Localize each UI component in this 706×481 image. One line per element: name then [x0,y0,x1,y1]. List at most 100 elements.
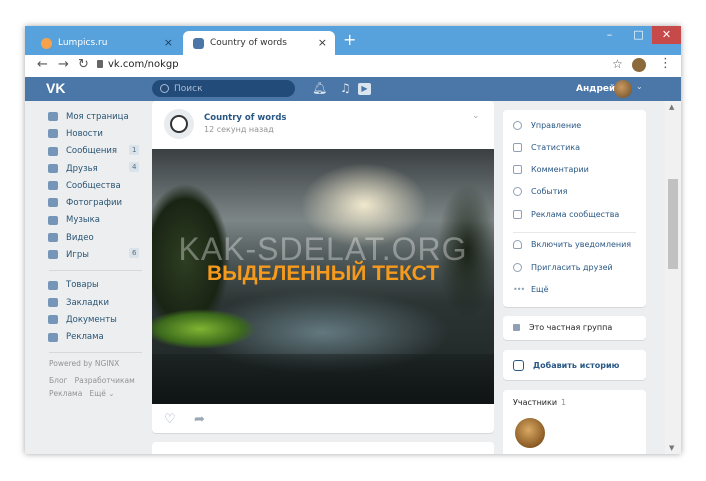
sidebar-item-music[interactable]: Музыка [25,212,150,229]
highlighted-text: ВЫДЕЛЕННЫЙ ТЕКСТ [206,262,440,285]
post-card: Country of words 12 секунд назад ⌄ KAK-S… [152,101,494,433]
community-avatar[interactable] [164,109,194,139]
search-input[interactable]: Поиск [152,80,295,97]
browser-window: Lumpics.ru × Country of words × + – □ ✕ … [25,26,681,454]
footer-ads-link[interactable]: Реклама [49,389,82,398]
chevron-down-icon[interactable]: ⌄ [472,111,480,121]
forward-arrow-icon[interactable]: → [58,57,69,72]
chat-bubble-icon [48,146,58,156]
add-person-icon [513,263,522,272]
dots-icon: ••• [513,285,525,294]
sidebar-item-goods[interactable]: Товары [25,277,150,294]
sidebar-item-video[interactable]: Видео [25,229,150,246]
search-placeholder: Поиск [174,83,203,94]
extension-avatar-icon[interactable] [632,58,646,72]
vk-logo[interactable]: VK [46,80,65,96]
url-field[interactable]: vk.com/nokgp [108,59,179,70]
minimize-button[interactable]: – [595,26,624,44]
tab-close-icon[interactable]: × [164,36,173,49]
camera-icon [48,198,58,208]
lock-icon [97,60,103,68]
user-name[interactable]: Андрей [576,84,615,94]
menu-item-notifications[interactable]: Включить уведомления [513,240,631,249]
post-image[interactable]: KAK-SDELAT.ORG ВЫДЕЛЕННЫЙ ТЕКСТ [152,149,494,404]
play-icon[interactable]: ▶ [358,83,371,95]
scrollbar-thumb[interactable] [668,179,678,269]
sidebar-item-messages[interactable]: Сообщения 1 [25,143,150,160]
sidebar-item-bookmarks[interactable]: Закладки [25,294,150,311]
camera-icon [513,360,524,371]
heart-icon[interactable]: ♡ [164,412,176,427]
menu-item-community-ads[interactable]: Реклама сообщества [513,210,619,219]
footer-more-link[interactable]: Ещё ⌄ [89,389,114,398]
count-badge: 4 [129,161,140,172]
address-bar: ← → ↻ vk.com/nokgp ☆ ⋮ [25,55,681,78]
menu-dots-icon[interactable]: ⋮ [659,56,672,71]
sidebar-item-friends[interactable]: Друзья 4 [25,160,150,177]
members-count: 1 [561,398,567,407]
sidebar-item-ads[interactable]: Реклама [25,329,150,346]
reload-icon[interactable]: ↻ [78,57,89,72]
new-tab-button[interactable]: + [343,30,356,49]
close-window-button[interactable]: ✕ [652,26,681,44]
menu-item-more[interactable]: ••• Ещё [513,285,549,294]
scroll-up-icon[interactable]: ▲ [669,103,674,111]
sidebar-divider [49,269,142,271]
page-scrollbar[interactable]: ▲ ▼ [665,101,681,454]
sidebar-item-my-page[interactable]: Моя страница [25,108,150,125]
members-title[interactable]: Участники 1 [513,398,566,407]
post-time[interactable]: 12 секунд назад [204,125,274,134]
menu-item-invite[interactable]: Пригласить друзей [513,263,613,272]
friends-icon [48,163,58,173]
count-badge: 6 [129,248,140,259]
sidebar-item-photos[interactable]: Фотографии [25,194,150,211]
menu-item-statistics[interactable]: Статистика [513,143,580,152]
bell-icon [513,240,522,249]
gear-icon [513,121,522,130]
megaphone-icon [48,332,58,342]
member-avatar[interactable] [515,418,545,448]
sidebar-item-news[interactable]: Новости [25,125,150,142]
scroll-down-icon[interactable]: ▼ [669,444,674,452]
share-icon[interactable]: ➦ [194,412,205,427]
tab-country-of-words[interactable]: Country of words × [183,31,335,55]
community-menu: Управление Статистика Комментарии Событи… [503,110,646,307]
private-group-box: Это частная группа [503,316,646,340]
add-story-box: Добавить историю [503,350,646,380]
user-avatar[interactable] [614,80,632,98]
footer-blog-link[interactable]: Блог [49,376,67,385]
star-icon [48,297,58,307]
add-story-button[interactable]: Добавить историю [513,360,619,371]
menu-divider [513,232,636,233]
music-note-icon[interactable]: ♫ [340,81,351,95]
events-icon [513,187,522,196]
sidebar-item-communities[interactable]: Сообщества [25,177,150,194]
sidebar-item-games[interactable]: Игры 6 [25,246,150,263]
shopping-bag-icon [48,280,58,290]
powered-by: Powered by NGINX [49,358,120,368]
tab-close-icon[interactable]: × [318,36,327,49]
home-icon [48,112,58,121]
vk-favicon-icon [193,37,204,49]
count-badge: 1 [129,144,140,155]
sidebar-item-documents[interactable]: Документы [25,311,150,328]
star-icon[interactable]: ☆ [612,57,623,71]
maximize-button[interactable]: □ [624,26,653,44]
chevron-down-icon[interactable]: ⌄ [636,82,643,91]
post-author[interactable]: Country of words [204,113,286,123]
menu-item-comments[interactable]: Комментарии [513,165,589,174]
search-icon [160,84,169,93]
footer-dev-link[interactable]: Разработчикам [75,376,135,385]
bell-icon[interactable]: 🔔︎ [312,81,327,95]
gamepad-icon [48,250,58,260]
menu-item-manage[interactable]: Управление [513,121,581,130]
image-rocks [152,354,494,404]
tab-title: Country of words [210,38,287,48]
tab-lumpics[interactable]: Lumpics.ru × [31,31,181,55]
menu-item-events[interactable]: События [513,187,567,196]
left-sidebar: Моя страница Новости Сообщения 1 Друзья 4 … [25,108,150,400]
members-box: Участники 1 [503,390,646,454]
vk-header: VK Поиск 🔔︎ ♫ ▶ Андрей ⌄ [25,77,681,101]
back-arrow-icon[interactable]: ← [37,57,48,72]
tab-strip: Lumpics.ru × Country of words × + – □ ✕ [25,26,681,55]
